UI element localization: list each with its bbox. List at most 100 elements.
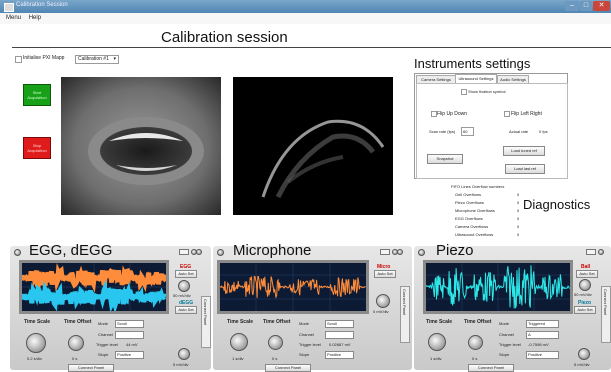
time-offset-knob[interactable] <box>468 335 483 350</box>
load-last-ref-button[interactable]: Load last ref <box>505 164 545 174</box>
egg-autoset-button[interactable]: Auto Set <box>175 270 197 278</box>
diagnostics-row-value: 0 <box>517 224 520 229</box>
piezo-panel: Piezo Ball Auto Set 50 mV/div Piezo Auto… <box>414 242 611 372</box>
piezo-waveform <box>425 263 570 311</box>
degg-scale-value: 5 mV/div <box>173 362 189 367</box>
panel-menu-icon[interactable] <box>380 249 403 255</box>
channel-select[interactable]: A <box>526 331 559 339</box>
time-scale-label: Time Scale <box>227 319 254 325</box>
diagnostics-header: FIFO Lines Overflow numbers <box>451 184 505 189</box>
time-offset-label: Time Offset <box>64 319 92 325</box>
microphone-panel-title: Microphone <box>233 242 312 259</box>
time-offset-value: 0 s <box>272 356 278 361</box>
micro-autoset-button[interactable]: Auto Set <box>374 270 396 278</box>
diagnostics-row-label: Piezo Overflows <box>455 200 484 205</box>
actual-rate-value: 0 fps <box>539 129 548 134</box>
mode-select[interactable]: Scroll <box>325 320 354 328</box>
connect-panel-tab[interactable]: Connect Panel <box>400 286 410 343</box>
panel-menu-icon[interactable] <box>586 249 608 255</box>
panel-screw-icon <box>418 249 425 256</box>
actual-rate-label: Actual rate <box>509 129 529 134</box>
diagnostics-row-value: 0 <box>517 208 520 213</box>
scan-rate-input[interactable]: 60 <box>461 127 474 136</box>
start-acquisition-button[interactable]: Start Acquisition <box>23 84 51 106</box>
diagnostics-row-label: Camera Overflows <box>455 224 489 229</box>
diagnostics-row-value: 0 <box>517 192 520 197</box>
piezo-scale-knob[interactable] <box>578 348 590 360</box>
diagnostics-row-label: Microphone Overflows <box>455 208 495 213</box>
microphone-scope-display <box>217 260 369 314</box>
init-checkbox[interactable] <box>15 56 22 63</box>
time-offset-label: Time Offset <box>464 319 492 325</box>
ball-autoset-button[interactable]: Auto Set <box>576 270 598 278</box>
minimize-button[interactable]: – <box>565 1 579 11</box>
time-scale-knob[interactable] <box>26 333 46 353</box>
flip-left-right-checkbox[interactable] <box>504 111 510 117</box>
time-offset-knob[interactable] <box>268 335 283 350</box>
piezo-autoset-button[interactable]: Auto Set <box>574 306 596 314</box>
diagnostics-row: Piezo Overflows 0 <box>455 200 525 208</box>
connect-panel-tab[interactable]: Connect Panel <box>201 296 211 348</box>
time-offset-knob[interactable] <box>68 335 84 351</box>
mode-label: Mode <box>499 321 510 326</box>
diagnostics-title: Diagnostics <box>523 197 591 212</box>
snapshot-button[interactable]: Snapshot <box>427 154 463 164</box>
time-scale-knob[interactable] <box>428 333 446 351</box>
time-scale-label: Time Scale <box>426 319 453 325</box>
connect-panel-button[interactable]: Connect Panel <box>265 364 311 372</box>
egg-scale-value: 50 mV/div <box>173 293 191 298</box>
title-underline <box>12 47 611 48</box>
panel-menu-icon[interactable] <box>179 249 202 255</box>
camera-view <box>61 77 221 215</box>
stop-acquisition-button[interactable]: Stop Acquisition <box>23 137 51 159</box>
time-scale-value: 1 s/div <box>430 356 442 361</box>
diagnostics-row: Ultrasound Overflows 0 <box>455 232 525 240</box>
diagnostics-list: Gell Overflows 0 Piezo Overflows 0 Microph… <box>455 192 525 240</box>
ultrasound-image <box>261 119 385 199</box>
tab-content: Show fixation symbol Flip Up Down Flip L… <box>416 83 568 179</box>
egg-panel-title: EGG, dEGG <box>29 242 113 259</box>
trigger-value: -0.7598 mV <box>528 342 549 347</box>
degg-autoset-button[interactable]: Auto Set <box>175 306 197 314</box>
mode-label: Mode <box>98 321 109 326</box>
menu-bar: Menu Help <box>0 13 611 24</box>
init-checkbox-label: Initialise PXI Mapp <box>23 55 65 61</box>
mode-select[interactable]: Scroll <box>115 320 144 328</box>
window-titlebar: Calibration Session – □ ✕ <box>0 0 611 13</box>
slope-select[interactable]: Positive <box>325 351 354 359</box>
egg-scale-knob[interactable] <box>178 280 190 292</box>
maximize-button[interactable]: □ <box>580 1 592 11</box>
mode-select[interactable]: Triggered <box>526 320 559 328</box>
close-button[interactable]: ✕ <box>593 1 610 11</box>
flip-up-down-label: Flip Up Down <box>437 111 468 117</box>
time-scale-knob[interactable] <box>230 333 248 351</box>
diagnostics-row-value: 0 <box>517 232 520 237</box>
degg-scale-knob[interactable] <box>178 348 190 360</box>
connect-panel-button[interactable]: Connect Panel <box>68 364 114 372</box>
channel-select[interactable] <box>115 331 144 339</box>
calibration-select[interactable]: Calibration #1 ▾ <box>75 55 119 64</box>
page-title: Calibration session <box>161 29 288 46</box>
app-icon <box>4 3 14 12</box>
menu-item-help[interactable]: Help <box>29 15 41 21</box>
diagnostics-row-label: Gell Overflows <box>455 192 482 197</box>
time-offset-value: 0 s <box>472 356 478 361</box>
connect-panel-button[interactable]: Connect Panel <box>468 364 514 372</box>
tab-ultrasound-settings[interactable]: Ultrasound Settings <box>455 74 497 83</box>
show-symbol-label: Show fixation symbol <box>468 89 506 94</box>
connect-panel-tab[interactable]: Connect Panel <box>601 286 611 343</box>
slope-select[interactable]: Positive <box>115 351 144 359</box>
stop-acquisition-label: Stop Acquisition <box>27 143 47 153</box>
slope-select[interactable]: Positive <box>526 351 559 359</box>
show-symbol-checkbox[interactable] <box>461 89 467 95</box>
connect-panel-tab-label: Connect Panel <box>203 299 208 326</box>
ball-scale-knob[interactable] <box>579 279 591 291</box>
egg-scope-display <box>19 260 169 314</box>
micro-scale-knob[interactable] <box>376 294 390 308</box>
channel-select[interactable] <box>325 331 354 339</box>
load-tuned-ref-button[interactable]: Load tuned ref <box>503 146 545 156</box>
menu-item-menu[interactable]: Menu <box>6 15 21 21</box>
chevron-down-icon: ▾ <box>113 56 116 62</box>
channel-label: Channel <box>299 332 314 337</box>
panel-screw-icon <box>217 249 224 256</box>
